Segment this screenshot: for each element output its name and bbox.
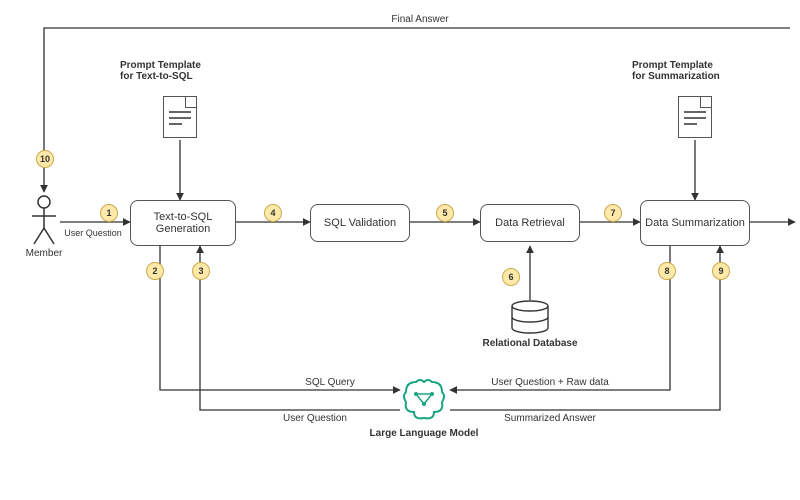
step-badge-10: 10 <box>36 150 54 168</box>
database-label: Relational Database <box>480 338 580 349</box>
document-icon <box>163 96 197 138</box>
uq-raw-label: User Question + Raw data <box>470 377 630 388</box>
document-icon <box>678 96 712 138</box>
step-badge-4: 4 <box>264 204 282 222</box>
member-label: Member <box>18 248 70 259</box>
user-question-label-2: User Question <box>265 413 365 424</box>
sql-validation-box: SQL Validation <box>310 204 410 242</box>
step-badge-7: 7 <box>604 204 622 222</box>
prompt-sum-label: Prompt Template for Summarization <box>632 60 762 82</box>
step-badge-9: 9 <box>712 262 730 280</box>
data-retrieval-box: Data Retrieval <box>480 204 580 242</box>
step-badge-8: 8 <box>658 262 676 280</box>
step-badge-6: 6 <box>502 268 520 286</box>
text-to-sql-box: Text-to-SQL Generation <box>130 200 236 246</box>
llm-icon <box>400 376 448 424</box>
llm-label: Large Language Model <box>360 428 488 439</box>
step-badge-1: 1 <box>100 204 118 222</box>
diagram-canvas: Member Prompt Template for Text-to-SQL P… <box>0 0 800 500</box>
step-badge-5: 5 <box>436 204 454 222</box>
sql-query-label: SQL Query <box>280 377 380 388</box>
step-badge-3: 3 <box>192 262 210 280</box>
final-answer-label: Final Answer <box>370 14 470 25</box>
member-icon <box>28 194 60 249</box>
step-badge-2: 2 <box>146 262 164 280</box>
prompt-sql-label: Prompt Template for Text-to-SQL <box>120 60 235 82</box>
user-question-label: User Question <box>56 228 130 238</box>
summarized-label: Summarized Answer <box>480 413 620 424</box>
data-summarization-box: Data Summarization <box>640 200 750 246</box>
database-icon <box>509 300 551 334</box>
